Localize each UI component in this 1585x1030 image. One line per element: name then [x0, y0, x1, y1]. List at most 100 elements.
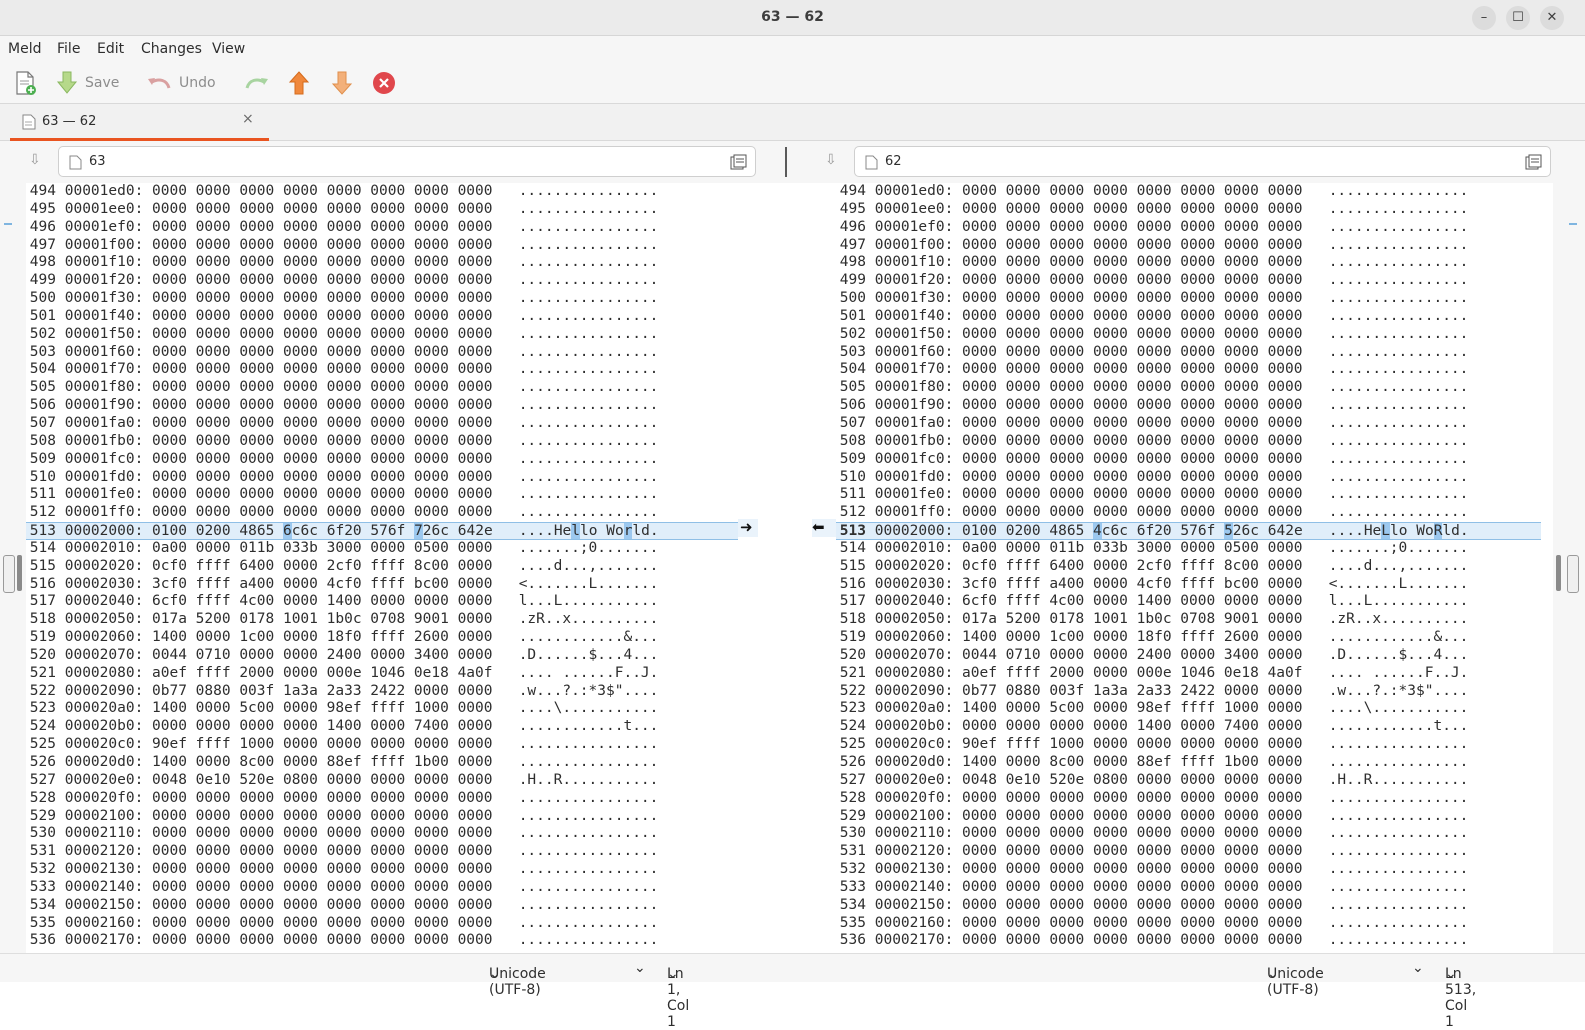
ascii-text: ................	[518, 736, 659, 753]
ascii-text: ................	[518, 183, 659, 199]
ascii-text: ....\...........	[518, 700, 659, 717]
line-number: 505	[29, 379, 56, 396]
hex-row: 527 000020e0: 0048 0e10 520e 0800 0000 0…	[26, 772, 738, 790]
line-number: 518	[29, 611, 56, 628]
ascii-text: .......;0.......	[518, 539, 659, 556]
undo-button[interactable]: Undo	[145, 69, 216, 97]
line-number: 497	[29, 236, 56, 253]
right-language-chevron-icon[interactable]: ⌄	[1412, 960, 1424, 976]
ascii-text: ................	[518, 754, 659, 770]
left-scrollbar[interactable]	[17, 555, 22, 591]
left-save-icon[interactable]: ⇩	[29, 152, 41, 168]
hex-offset: 00001f30:	[56, 290, 153, 307]
pane-separator	[785, 147, 787, 177]
hex-offset: 00001fa0:	[56, 414, 153, 431]
line-number: 524	[839, 718, 866, 735]
menu-view[interactable]: View	[212, 41, 245, 57]
left-scroll-thumb[interactable]	[3, 555, 15, 593]
hex-row: 505 00001f80: 0000 0000 0000 0000 0000 0…	[836, 379, 1541, 397]
right-text-pane[interactable]: 494 00001ed0: 0000 0000 0000 0000 0000 0…	[836, 183, 1541, 953]
minimize-button[interactable]: –	[1472, 6, 1496, 30]
hex-offset: 000020a0:	[866, 700, 963, 717]
hex-bytes: 0000 0000 0000 0000 0000 0000 0000 0000	[152, 825, 493, 842]
file-header-bar: ⇩ 63 ⇩ 62	[0, 141, 1585, 183]
menu-edit[interactable]: Edit	[97, 41, 124, 57]
redo-button[interactable]	[243, 69, 271, 97]
hex-offset: 00001f90:	[866, 397, 963, 414]
ascii-text: ................	[1328, 290, 1469, 307]
hex-row: 500 00001f30: 0000 0000 0000 0000 0000 0…	[26, 290, 738, 308]
hex-row: 535 00002160: 0000 0000 0000 0000 0000 0…	[836, 915, 1541, 933]
right-scrollbar[interactable]	[1556, 555, 1561, 591]
tab-comparison[interactable]: 63 — 62 ×	[10, 104, 269, 141]
tab-close-icon[interactable]: ×	[242, 111, 254, 127]
hex-bytes: 0000 0000 0000 0000 0000 0000 0000 0000	[152, 878, 493, 895]
line-number: 536	[839, 932, 866, 949]
left-language-chevron-icon[interactable]: ⌄	[634, 960, 646, 976]
ascii-text: ....\...........	[1328, 700, 1469, 717]
left-overview-strip[interactable]	[0, 183, 26, 953]
new-document-icon	[16, 71, 36, 95]
ascii-text: ................	[518, 896, 659, 913]
next-change-button[interactable]	[331, 69, 353, 97]
hex-bytes: 0048 0e10 520e 0800 0000 0000 0000 0000	[152, 771, 493, 788]
right-overview-strip[interactable]	[1553, 183, 1585, 953]
tab-label: 63 — 62	[42, 114, 97, 129]
hex-offset: 000020c0:	[56, 736, 153, 753]
ascii-text: .H..R...........	[518, 771, 659, 788]
hex-bytes: 0044 0710 0000 0000 2400 0000 3400 0000	[962, 646, 1303, 663]
open-file-icon[interactable]	[1525, 154, 1542, 170]
hex-offset: 00002020:	[866, 557, 963, 574]
hex-row: 495 00001ee0: 0000 0000 0000 0000 0000 0…	[26, 201, 738, 219]
line-number: 529	[29, 807, 56, 824]
line-number: 523	[29, 700, 56, 717]
hex-offset: 000020b0:	[56, 718, 153, 735]
save-button[interactable]: Save	[55, 69, 119, 97]
ascii-text: ............t...	[518, 718, 659, 735]
gutter-link: ➜ ⬅	[738, 518, 836, 537]
line-number: 496	[839, 218, 866, 235]
hex-offset: 00001f20:	[56, 272, 153, 289]
hex-offset: 00002140:	[866, 878, 963, 895]
push-right-arrow-icon[interactable]: ➜	[740, 518, 753, 536]
hex-bytes: 0000 0000 0000 0000 0000 0000 0000 0000	[962, 397, 1303, 414]
previous-change-button[interactable]	[288, 69, 310, 97]
hex-bytes: 0000 0000 0000 0000 0000 0000 0000 0000	[962, 789, 1303, 806]
ascii-text: ................	[1328, 825, 1469, 842]
hex-offset: 00001f50:	[56, 325, 153, 342]
right-file-chooser[interactable]: 62	[854, 146, 1551, 177]
menu-meld[interactable]: Meld	[8, 41, 41, 57]
close-window-button[interactable]: ✕	[1540, 6, 1564, 30]
hex-row: 502 00001f50: 0000 0000 0000 0000 0000 0…	[836, 326, 1541, 344]
hex-offset: 00001fc0:	[866, 450, 963, 467]
push-left-arrow-icon[interactable]: ⬅	[812, 518, 825, 536]
ascii-text: ................	[1328, 736, 1469, 753]
menu-file[interactable]: File	[57, 41, 80, 57]
hex-bytes: 0000 0000 0000 0000 0000 0000 0000 0000	[152, 432, 493, 449]
chevron-down-icon: ⌄	[1267, 966, 1279, 982]
right-scroll-thumb[interactable]	[1567, 555, 1579, 593]
line-number: 499	[29, 272, 56, 289]
menu-changes[interactable]: Changes	[141, 41, 202, 57]
left-text-pane[interactable]: 494 00001ed0: 0000 0000 0000 0000 0000 0…	[26, 183, 738, 953]
hex-row: 514 00002010: 0a00 0000 011b 033b 3000 0…	[26, 540, 738, 558]
hex-offset: 00001f60:	[56, 343, 153, 360]
hex-offset: 00002170:	[56, 932, 153, 949]
hex-offset: 00001f30:	[866, 290, 963, 307]
chevron-down-icon: ⌄	[489, 966, 501, 982]
maximize-button[interactable]: ☐	[1506, 6, 1530, 30]
line-number: 532	[839, 861, 866, 878]
right-save-icon[interactable]: ⇩	[825, 152, 837, 168]
redo-icon	[245, 78, 268, 89]
stop-button[interactable]	[372, 69, 396, 97]
ascii-text: .zR..x..........	[518, 611, 659, 628]
hex-offset: 00001f80:	[866, 379, 963, 396]
line-number: 510	[29, 468, 56, 485]
ascii-text: ................	[1328, 343, 1469, 360]
new-comparison-button[interactable]	[12, 69, 38, 97]
line-number: 502	[839, 325, 866, 342]
hex-offset: 00001fc0:	[56, 450, 153, 467]
line-number: 520	[839, 646, 866, 663]
open-file-icon[interactable]	[730, 154, 747, 170]
left-file-chooser[interactable]: 63	[58, 146, 756, 177]
